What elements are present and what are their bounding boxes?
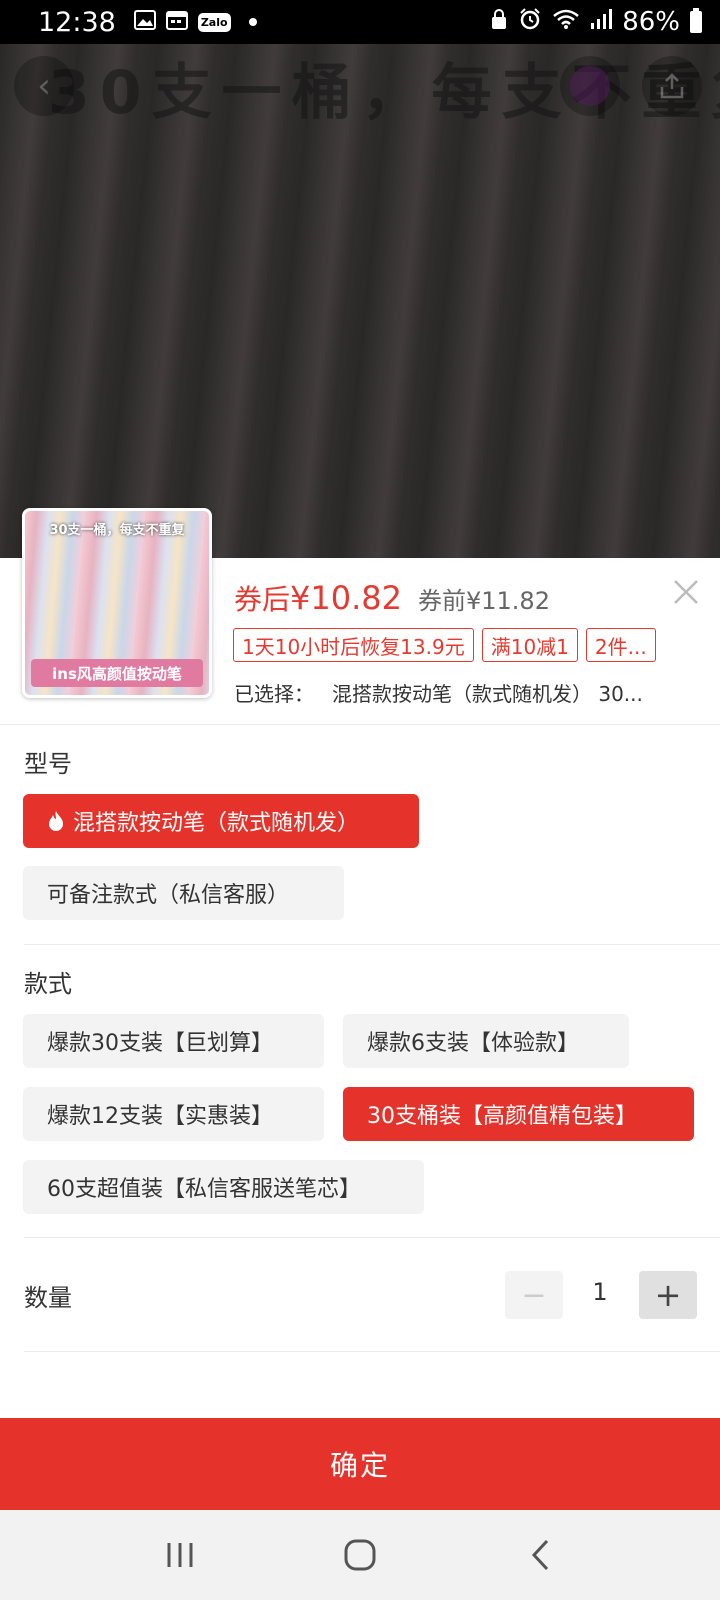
promo-tags: 1天10小时后恢复13.9元 满10减1 2件...	[233, 628, 656, 662]
style-option-30bucket[interactable]: 30支桶装【高颜值精包装】	[343, 1087, 694, 1141]
divider	[0, 724, 720, 725]
zalo-icon: Zalo	[197, 12, 231, 32]
confirm-button[interactable]: 确定	[0, 1418, 720, 1510]
price-after-coupon: 券后¥10.82	[234, 578, 402, 618]
quantity-value[interactable]: 1	[575, 1278, 625, 1306]
favorite-button[interactable]	[560, 56, 620, 116]
style-option-30pack[interactable]: 爆款30支装【巨划算】	[23, 1014, 324, 1068]
favorite-icon	[570, 66, 610, 106]
back-button[interactable]: ‹	[14, 56, 74, 116]
style-option-60pack[interactable]: 60支超值装【私信客服送笔芯】	[23, 1160, 424, 1214]
system-navigation-bar	[0, 1510, 720, 1600]
style-section-title: 款式	[24, 970, 72, 998]
price-after-label: 券后	[234, 583, 291, 616]
model-option-label: 可备注款式（私信客服）	[47, 883, 290, 908]
alarm-icon	[518, 7, 542, 38]
wifi-icon	[552, 7, 580, 37]
selected-summary: 已选择： 混搭款按动笔（款式随机发） 30...	[234, 678, 694, 707]
style-option-label: 60支超值装【私信客服送笔芯】	[47, 1177, 361, 1202]
home-icon	[344, 1539, 376, 1571]
signal-icon	[590, 7, 613, 37]
back-icon	[531, 1539, 549, 1571]
chevron-left-icon: ‹	[37, 66, 51, 106]
battery-percent: 86%	[622, 7, 680, 37]
divider	[24, 1237, 720, 1238]
quantity-decrement-button[interactable]: −	[505, 1271, 563, 1319]
status-time: 12:38	[38, 6, 116, 38]
product-thumbnail[interactable]: 30支一桶，每支不重复 ins风高颜值按动笔	[22, 508, 212, 698]
style-option-label: 爆款30支装【巨划算】	[47, 1031, 273, 1056]
recent-apps-button[interactable]	[150, 1525, 210, 1585]
selected-label: 已选择：	[234, 682, 314, 706]
style-option-label: 爆款12支装【实惠装】	[47, 1104, 273, 1129]
promo-tag[interactable]: 2件...	[585, 628, 656, 662]
model-section-title: 型号	[24, 750, 72, 778]
back-nav-button[interactable]	[510, 1525, 570, 1585]
quantity-label: 数量	[24, 1284, 72, 1312]
divider	[24, 1351, 720, 1352]
model-option-mixed[interactable]: 混搭款按动笔（款式随机发）	[23, 794, 419, 848]
battery-icon	[690, 8, 702, 33]
style-option-label: 30支桶装【高颜值精包装】	[367, 1104, 637, 1129]
calendar-icon	[165, 10, 188, 35]
thumbnail-bottom-text: ins风高颜值按动笔	[31, 659, 203, 687]
notification-dot-icon	[248, 18, 257, 26]
divider	[24, 944, 720, 945]
gallery-icon	[133, 9, 156, 35]
lock-icon	[490, 7, 508, 37]
model-option-note[interactable]: 可备注款式（私信客服）	[23, 866, 344, 920]
style-option-label: 爆款6支装【体验款】	[367, 1031, 579, 1056]
promo-tag: 1天10小时后恢复13.9元	[233, 628, 474, 662]
recent-apps-icon	[167, 1543, 193, 1567]
close-icon	[674, 580, 698, 604]
price-after-value: ¥10.82	[290, 579, 402, 617]
style-option-6pack[interactable]: 爆款6支装【体验款】	[343, 1014, 629, 1068]
share-button[interactable]	[642, 56, 702, 116]
quantity-increment-button[interactable]: +	[639, 1271, 697, 1319]
price-before-coupon: 券前¥11.82	[417, 587, 550, 615]
status-right: 86%	[490, 7, 702, 38]
promo-tag: 满10减1	[481, 628, 578, 662]
status-bar: 12:38 Zalo 86%	[0, 0, 720, 44]
flame-icon	[49, 811, 63, 831]
home-button[interactable]	[330, 1525, 390, 1585]
product-hero-image: 30支一桶，每支不重复 ‹	[0, 44, 720, 558]
thumbnail-top-text: 30支一桶，每支不重复	[49, 523, 185, 538]
share-icon	[660, 73, 684, 99]
selected-value: 混搭款按动笔（款式随机发） 30...	[332, 682, 643, 706]
model-option-label: 混搭款按动笔（款式随机发）	[73, 811, 360, 836]
close-button[interactable]	[668, 577, 704, 613]
style-option-12pack[interactable]: 爆款12支装【实惠装】	[23, 1087, 324, 1141]
price-row: 券后¥10.82 券前¥11.82	[234, 578, 550, 618]
